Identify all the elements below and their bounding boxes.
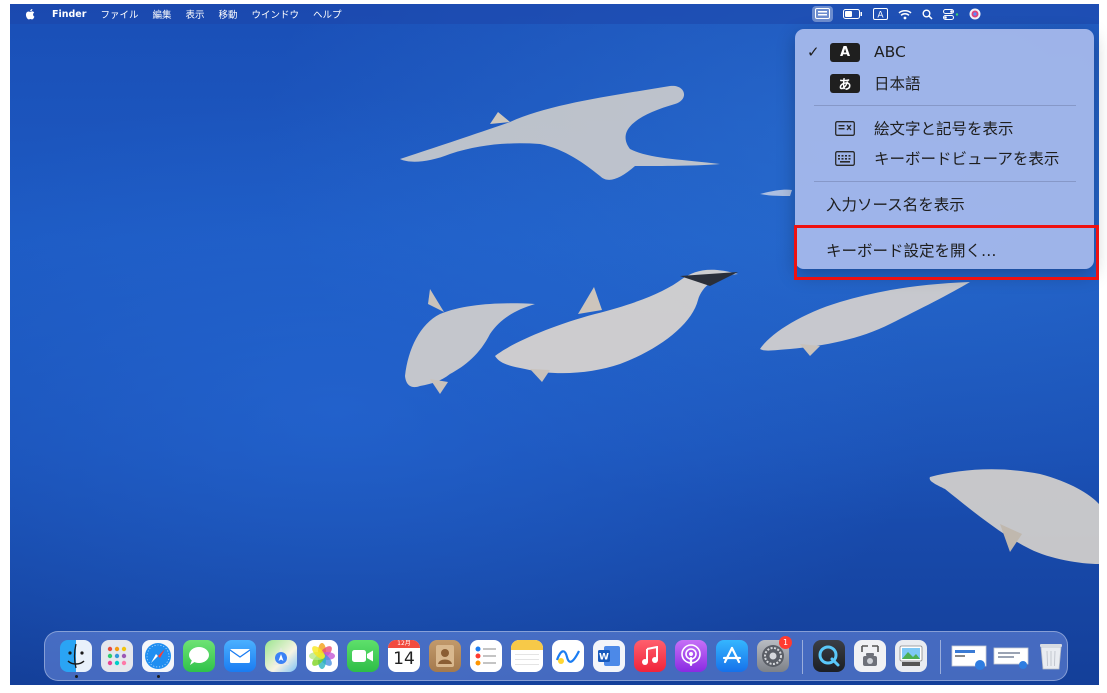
menu-item-keyboard-viewer[interactable]: キーボードビューアを表示 xyxy=(795,144,1094,172)
calendar-day: 14 xyxy=(393,649,415,669)
notification-badge: 1 xyxy=(779,636,792,649)
dock-screenshot-icon[interactable] xyxy=(854,640,886,672)
dock-separator xyxy=(940,640,941,674)
dock-music-icon[interactable] xyxy=(634,640,666,672)
abc-badge-icon: A xyxy=(830,42,860,62)
dock-separator xyxy=(802,640,803,674)
dock: 12月 14 W 1 xyxy=(44,631,1068,681)
menu-window[interactable]: ウインドウ xyxy=(252,7,300,21)
menu-item-label: 絵文字と記号を表示 xyxy=(874,120,1014,138)
dock-finder-icon[interactable] xyxy=(60,640,92,672)
highlight-box xyxy=(794,225,1099,280)
emoji-viewer-icon xyxy=(835,120,855,136)
hiragana-badge-icon: あ xyxy=(830,73,860,93)
dock-freeform-icon[interactable] xyxy=(552,640,584,672)
menu-app-name[interactable]: Finder xyxy=(52,9,86,20)
input-source-icon[interactable] xyxy=(812,6,833,22)
dock-app-store-icon[interactable] xyxy=(716,640,748,672)
menu-item-label: 日本語 xyxy=(874,75,921,93)
spotlight-icon[interactable] xyxy=(922,6,933,22)
calendar-month: 12月 xyxy=(388,640,420,648)
menu-item-emoji-symbols[interactable]: 絵文字と記号を表示 xyxy=(795,114,1094,142)
menu-item-abc[interactable]: ✓ A ABC xyxy=(795,38,1094,66)
input-mode-icon[interactable]: A xyxy=(873,6,888,22)
running-indicator xyxy=(157,675,160,678)
menu-go[interactable]: 移動 xyxy=(218,7,237,21)
dock-launchpad-icon[interactable] xyxy=(101,640,133,672)
siri-icon[interactable] xyxy=(969,6,981,22)
menu-separator xyxy=(814,181,1076,182)
dock-messages-icon[interactable] xyxy=(183,640,215,672)
dock-system-settings-icon[interactable]: 1 xyxy=(757,636,792,672)
menu-item-japanese[interactable]: あ 日本語 xyxy=(795,69,1094,97)
wifi-icon[interactable] xyxy=(898,6,912,22)
dock-calendar-icon[interactable]: 12月 14 xyxy=(388,640,420,672)
dock-mail-icon[interactable] xyxy=(224,640,256,672)
dock-podcasts-icon[interactable] xyxy=(675,640,707,672)
apple-menu-icon[interactable] xyxy=(24,8,36,20)
keyboard-viewer-icon xyxy=(835,150,855,166)
menu-item-label: キーボードビューアを表示 xyxy=(874,150,1060,168)
checkmark-icon: ✓ xyxy=(807,43,820,61)
menu-item-show-input-source-name[interactable]: 入力ソース名を表示 xyxy=(795,190,1094,218)
dock-reminders-icon[interactable] xyxy=(470,640,502,672)
dock-documents-stack-icon[interactable] xyxy=(993,640,1029,672)
svg-text:W: W xyxy=(599,653,609,663)
menu-item-label: 入力ソース名を表示 xyxy=(826,196,965,214)
dock-maps-icon[interactable] xyxy=(265,640,297,672)
svg-text:A: A xyxy=(877,11,884,21)
dock-photos-icon[interactable] xyxy=(306,640,338,672)
dock-trash-icon[interactable] xyxy=(1035,640,1067,672)
dock-facetime-icon[interactable] xyxy=(347,640,379,672)
dock-notes-icon[interactable] xyxy=(511,640,543,672)
dock-preview-icon[interactable] xyxy=(895,640,927,672)
battery-icon[interactable] xyxy=(843,6,863,22)
menu-file[interactable]: ファイル xyxy=(100,7,138,21)
control-center-icon[interactable] xyxy=(943,6,959,22)
menu-item-label: ABC xyxy=(874,43,906,61)
dock-downloads-stack-icon[interactable] xyxy=(951,640,987,672)
menu-view[interactable]: 表示 xyxy=(185,7,204,21)
dock-quicktime-icon[interactable] xyxy=(813,640,845,672)
dock-word-icon[interactable]: W xyxy=(593,640,625,672)
menu-bar: Finder ファイル 編集 表示 移動 ウインドウ ヘルプ A xyxy=(10,4,1099,24)
menu-separator xyxy=(814,105,1076,106)
menu-help[interactable]: ヘルプ xyxy=(313,7,342,21)
dock-safari-icon[interactable] xyxy=(142,640,174,672)
dock-contacts-icon[interactable] xyxy=(429,640,461,672)
running-indicator xyxy=(75,675,78,678)
menu-edit[interactable]: 編集 xyxy=(152,7,171,21)
